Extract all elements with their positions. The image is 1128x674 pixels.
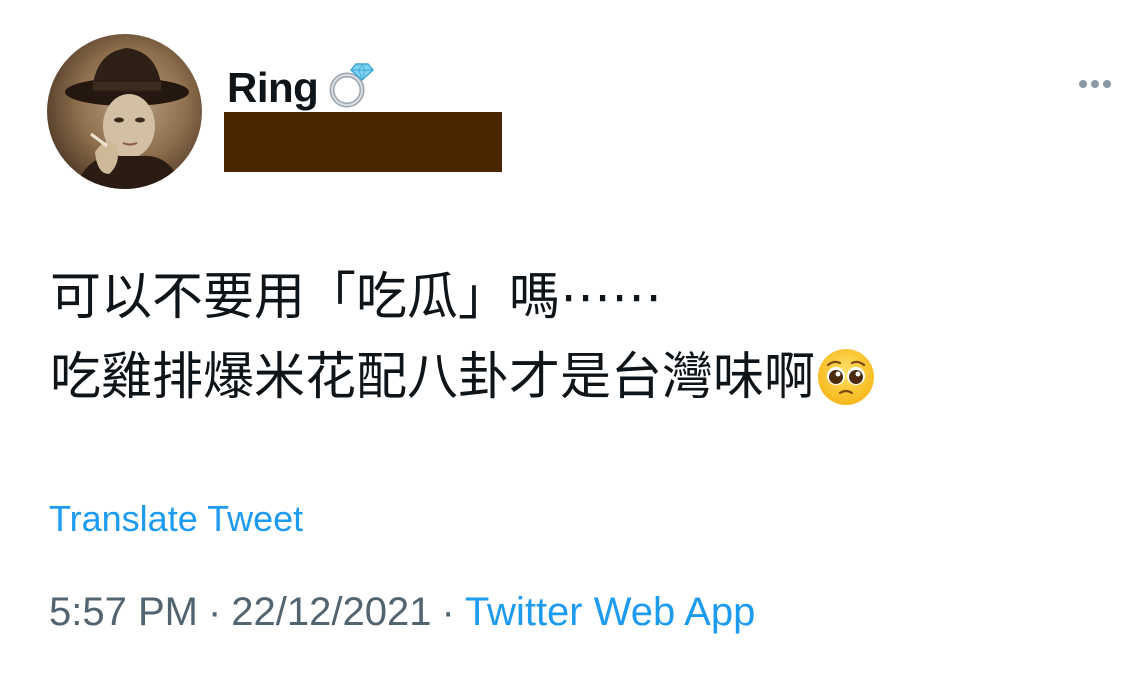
tweet-text: 可以不要用「吃瓜」嗎⋯⋯ 吃雞排爆米花配八卦才是台灣味啊 [50, 258, 875, 430]
more-options-button[interactable] [1072, 73, 1118, 95]
pleading-face-emoji-icon [817, 348, 875, 430]
more-dot [1091, 80, 1099, 88]
tweet-date[interactable]: 22/12/2021 [231, 590, 431, 634]
tweet-time[interactable]: 5:57 PM [49, 590, 198, 634]
tweet-text-line-2-text: 吃雞排爆米花配八卦才是台灣味啊 [50, 348, 816, 407]
tweet-text-line-2: 吃雞排爆米花配八卦才是台灣味啊 [50, 338, 875, 430]
avatar-portrait-image [65, 48, 189, 189]
tweet-source-link[interactable]: Twitter Web App [465, 590, 756, 634]
translate-tweet-link[interactable]: Translate Tweet [49, 497, 303, 541]
author-display-name[interactable]: Ring [227, 60, 378, 120]
author-name-text: Ring [227, 64, 319, 111]
tweet-metadata: 5:57 PM · 22/12/2021 · Twitter Web App [49, 588, 755, 636]
redacted-handle [224, 112, 502, 172]
ring-emoji-icon [320, 60, 378, 120]
meta-separator: · [207, 590, 222, 634]
more-dot [1103, 80, 1111, 88]
avatar[interactable] [47, 34, 202, 189]
tweet-text-line-1: 可以不要用「吃瓜」嗎⋯⋯ [50, 268, 663, 327]
more-horizontal-icon [1079, 80, 1087, 88]
meta-separator: · [441, 590, 455, 634]
